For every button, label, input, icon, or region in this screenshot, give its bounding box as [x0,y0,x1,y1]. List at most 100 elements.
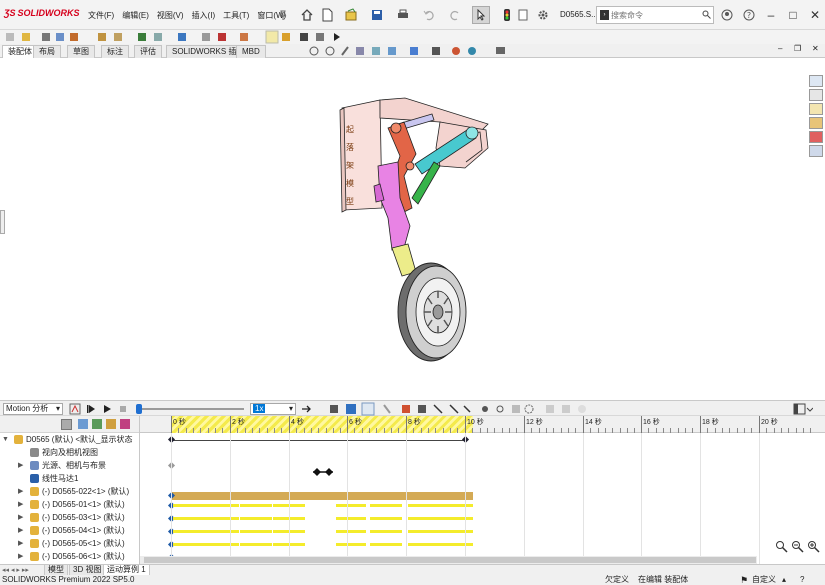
motion-timeline[interactable]: 0 秒 2 秒 4 秒 6 秒 8 秒 10 秒 12 秒 14 秒 16 秒 18 秒 20 秒 [140,416,825,564]
motion-change-bar[interactable] [408,543,440,546]
menu-insert[interactable]: 插入(I) [188,10,220,21]
motion-change-bar[interactable] [440,543,473,546]
motor-duration-bar[interactable] [171,492,473,500]
tree-item[interactable]: 视向及相机视图 [0,446,139,459]
motion-change-bar[interactable] [336,517,366,520]
expand-toggle-icon[interactable]: ▼ [2,433,9,446]
user-account-icon[interactable] [718,6,736,24]
motion-change-bar[interactable] [408,504,440,507]
tree-item[interactable]: ▶ (-) D0565-06<1> (默认) [0,550,139,563]
view-restore-icon[interactable]: ❐ [794,44,801,53]
landing-gear-model[interactable]: 起 落 架 模 型 [0,58,808,398]
tab-layout[interactable]: 布局 [33,45,61,58]
rebuild-file-icon[interactable] [514,6,532,24]
motion-change-bar[interactable] [207,543,239,546]
expand-toggle-icon[interactable]: ▶ [18,511,23,524]
filter-icon[interactable] [61,419,72,430]
motion-change-bar[interactable] [370,543,402,546]
expand-toggle-icon[interactable]: ▶ [18,524,23,537]
expand-toggle-icon[interactable]: ▶ [18,550,23,563]
custom-properties-icon[interactable] [809,145,823,157]
tab-mbd[interactable]: MBD [236,45,266,58]
motion-change-bar[interactable] [440,530,473,533]
chevron-up-icon[interactable]: ▴ [782,575,786,585]
search-command-box[interactable]: › [596,6,714,24]
tree-item[interactable]: ▶ (-) D0565-04<1> (默认) [0,524,139,537]
tree-root-assembly[interactable]: ▼ D0565 (默认) <默认_显示状态 [0,433,139,446]
appearances-icon[interactable] [809,131,823,143]
track-area[interactable] [140,433,825,564]
search-input[interactable] [611,7,707,23]
expand-toggle-icon[interactable]: ▶ [18,485,23,498]
expand-toggle-icon[interactable]: ▶ [18,537,23,550]
help-icon[interactable]: ? [740,6,758,24]
zoom-in-icon[interactable] [775,540,788,556]
stop-icon[interactable] [118,404,128,416]
redo-icon[interactable] [446,6,464,24]
motion-change-bar[interactable] [440,504,473,507]
tab-scroll-arrows[interactable]: ◂◂ ◂ ▸ ▸▸ [2,566,29,574]
motion-change-bar[interactable] [240,504,272,507]
feature-tree-collapse-handle[interactable] [0,210,5,234]
solidworks-logo[interactable]: ƷS SOLIDWORKS [4,8,80,18]
graphics-area[interactable]: 起 落 架 模 型 [0,58,808,398]
motion-change-bar[interactable] [408,530,440,533]
units-select[interactable]: 自定义 [752,575,776,585]
menu-view[interactable]: 视图(V) [153,10,188,21]
menu-tools[interactable]: 工具(T) [219,10,253,21]
filter-selected-icon[interactable] [106,419,116,429]
view-minimize-icon[interactable]: – [778,44,782,53]
time-ruler[interactable]: 0 秒 2 秒 4 秒 6 秒 8 秒 10 秒 12 秒 14 秒 16 秒 18 秒 20 秒 [140,416,825,433]
design-library-icon[interactable] [809,89,823,101]
gear-icon[interactable] [534,6,552,24]
playback-slider-handle[interactable] [136,404,142,414]
minimize-icon[interactable]: – [763,6,779,24]
view-palette-icon[interactable] [809,117,823,129]
motion-change-bar[interactable] [370,517,402,520]
toolbar-icons[interactable] [6,30,340,44]
filter-animated-icon[interactable] [78,419,88,429]
tree-item[interactable]: 线性马达1 [0,472,139,485]
playback-slider-track[interactable] [138,408,244,410]
motion-change-bar[interactable] [336,504,366,507]
tree-panel-toggle-icon[interactable] [793,403,814,417]
motion-change-bar[interactable] [370,530,402,533]
calculate-icon[interactable] [69,403,81,417]
motion-change-bar[interactable] [440,517,473,520]
maximize-icon[interactable]: □ [785,6,801,24]
heads-up-view-toolbar[interactable] [306,44,516,58]
motion-change-bar[interactable] [336,530,366,533]
document-name[interactable]: D0565.S... [560,10,598,19]
search-icon[interactable] [702,10,711,19]
save-icon[interactable] [368,6,386,24]
motion-change-bar[interactable] [336,543,366,546]
playback-speed-select[interactable]: 1x ▾ [250,403,296,415]
tree-item[interactable]: ▶ 光源、相机与布景 [0,459,139,472]
play-from-start-icon[interactable] [86,404,96,416]
tree-item[interactable]: ▶ (-) D0565-01<1> (默认) [0,498,139,511]
new-document-icon[interactable] [318,6,336,24]
print-icon[interactable] [394,6,412,24]
filter-results-icon[interactable] [120,419,130,429]
menu-file[interactable]: 文件(F) [84,10,118,21]
status-help-icon[interactable]: ? [800,575,804,585]
expand-toggle-icon[interactable]: ▶ [18,459,23,472]
motion-change-bar[interactable] [207,504,239,507]
tree-item[interactable]: ▶ (-) D0565-03<1> (默认) [0,511,139,524]
view-close-icon[interactable]: ✕ [812,44,819,53]
motion-change-bar[interactable] [240,530,272,533]
timeline-scrollbar[interactable] [140,556,757,564]
undo-icon[interactable] [420,6,438,24]
view-key-marker[interactable] [312,467,333,476]
motion-change-bar[interactable] [370,504,402,507]
scrollbar-thumb[interactable] [144,557,756,563]
motion-change-bar[interactable] [240,543,272,546]
tab-sketch[interactable]: 草图 [67,45,95,58]
motion-change-bar[interactable] [408,517,440,520]
file-explorer-icon[interactable] [809,103,823,115]
filter-driving-icon[interactable] [92,419,102,429]
tab-evaluate[interactable]: 评估 [134,45,162,58]
motion-toolbar-icons[interactable] [300,402,620,416]
tab-markup[interactable]: 标注 [101,45,129,58]
pin-icon[interactable] [274,6,292,24]
